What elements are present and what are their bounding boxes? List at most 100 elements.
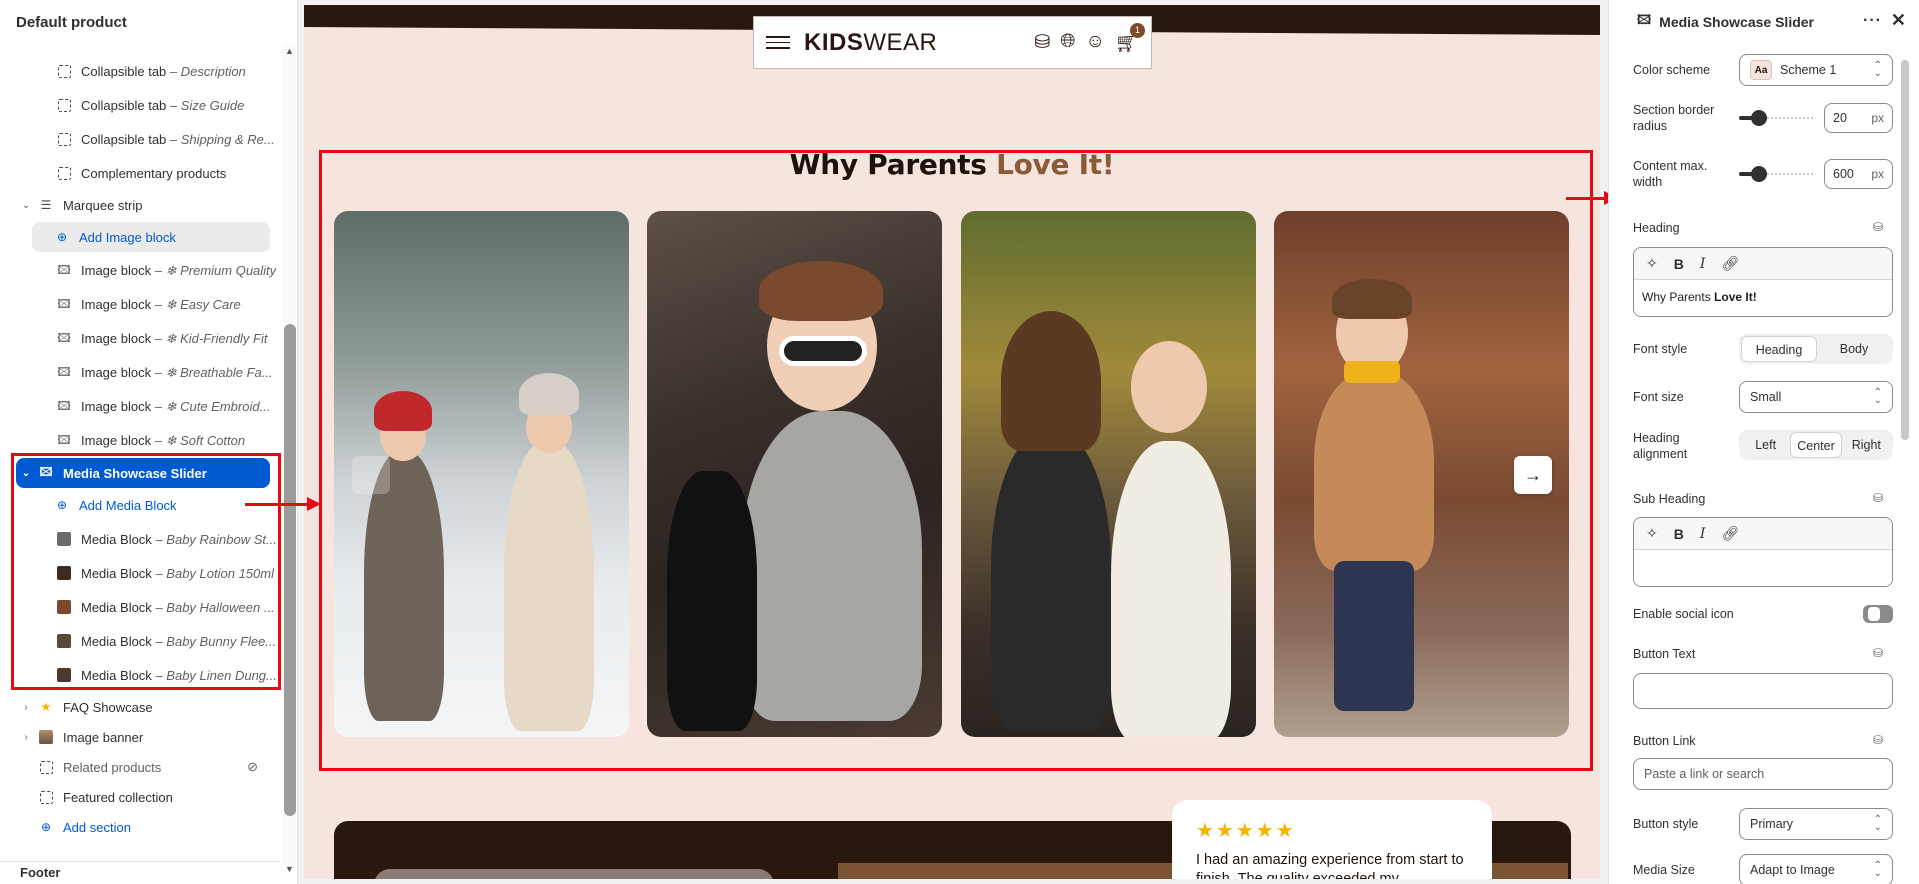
- testimonial-card: ★★★★★ I had an amazing experience from s…: [1172, 800, 1492, 879]
- bold-icon[interactable]: B: [1674, 256, 1684, 272]
- magic-wand-icon[interactable]: ✧: [1646, 525, 1658, 542]
- block-media-baby-lotion[interactable]: Media Block – Baby Lotion 150ml: [0, 558, 280, 588]
- block-media-baby-linen[interactable]: Media Block – Baby Linen Dung...: [0, 660, 280, 690]
- content-width-input[interactable]: 600 px: [1824, 159, 1893, 189]
- block-type-label: Image block: [81, 263, 152, 278]
- font-style-body-option[interactable]: Body: [1817, 336, 1891, 362]
- binoculars-icon[interactable]: ⛁: [1034, 31, 1050, 55]
- child-figure: [742, 411, 922, 721]
- section-faq-showcase[interactable]: › ★ FAQ Showcase: [0, 692, 280, 722]
- scroll-down-icon[interactable]: ▼: [285, 864, 294, 874]
- content-width-slider[interactable]: [1739, 166, 1815, 182]
- add-media-block-button[interactable]: ⊕ Add Media Block: [0, 490, 280, 520]
- heading-editor[interactable]: ✧ B I 🔗︎ Why Parents Love It!: [1633, 247, 1893, 317]
- media-thumbnail-swatch: [57, 668, 71, 682]
- hamburger-menu-icon[interactable]: [766, 36, 790, 49]
- slide-3-two-girls[interactable]: [961, 211, 1256, 737]
- section-related-products[interactable]: Related products ⊘: [0, 752, 280, 782]
- complementary-products-icon: [56, 165, 72, 181]
- border-radius-slider[interactable]: [1739, 110, 1815, 126]
- girl-figure-right: [1111, 441, 1231, 737]
- block-media-baby-bunny[interactable]: Media Block – Baby Bunny Flee...: [0, 626, 280, 656]
- border-radius-input[interactable]: 20 px: [1824, 103, 1893, 133]
- theme-editor: Default product ▲ ▼ Collapsible tab – De…: [0, 0, 1919, 884]
- block-collapsible-tab-description[interactable]: Collapsible tab – Description: [0, 56, 280, 86]
- block-type-label: Media Block: [81, 633, 152, 649]
- account-icon[interactable]: ☺: [1085, 31, 1104, 55]
- image-icon: 🖾: [57, 432, 71, 447]
- dynamic-source-icon[interactable]: ⛁: [1873, 491, 1883, 505]
- link-icon[interactable]: 🔗︎: [1721, 255, 1739, 272]
- chevron-down-icon[interactable]: ⌄: [20, 468, 32, 479]
- sub-heading-editor[interactable]: ✧ B I 🔗︎: [1633, 517, 1893, 587]
- section-featured-collection[interactable]: Featured collection: [0, 782, 280, 812]
- block-media-baby-halloween[interactable]: Media Block – Baby Halloween ...: [0, 592, 280, 622]
- block-image-breathable[interactable]: 🖾 Image block – ❄ Breathable Fa...: [0, 358, 280, 388]
- content-width-label: Content max. width: [1633, 159, 1708, 189]
- heading-text-area[interactable]: Why Parents Love It!: [1634, 280, 1892, 316]
- italic-icon[interactable]: I: [1700, 256, 1706, 272]
- add-section-label: Add section: [63, 819, 131, 835]
- block-image-kid-friendly-fit[interactable]: 🖾 Image block – ❄ Kid-Friendly Fit: [0, 324, 280, 354]
- scroll-up-icon[interactable]: ▲: [285, 46, 294, 56]
- cart-count-badge: 1: [1130, 22, 1145, 38]
- add-section-button[interactable]: ⊕ Add section: [0, 812, 280, 842]
- more-options-icon[interactable]: ···: [1863, 12, 1882, 30]
- close-icon[interactable]: ✕: [1891, 10, 1906, 31]
- unit-label: px: [1871, 167, 1884, 181]
- select-chevron-icon: ⌃ ⌄: [1873, 814, 1882, 833]
- slider-next-button[interactable]: →: [1514, 456, 1552, 494]
- dynamic-source-icon[interactable]: ⛁: [1873, 220, 1883, 234]
- button-link-input[interactable]: Paste a link or search: [1633, 758, 1893, 790]
- slide-2-boy-sunglasses[interactable]: [647, 211, 942, 737]
- social-icon-toggle[interactable]: [1863, 605, 1893, 623]
- bold-icon[interactable]: B: [1674, 526, 1684, 542]
- slider-handle[interactable]: [1751, 110, 1767, 126]
- button-text-input[interactable]: [1633, 673, 1893, 709]
- separator-dash: –: [155, 531, 163, 547]
- toddler-hair: [1332, 279, 1412, 319]
- media-size-select[interactable]: Adapt to Image ⌃ ⌄: [1739, 854, 1893, 884]
- globe-icon[interactable]: 🌐︎: [1060, 31, 1075, 55]
- section-media-showcase-slider[interactable]: ⌄ 🖾 Media Showcase Slider: [16, 458, 270, 488]
- block-complementary-products[interactable]: Complementary products: [0, 158, 280, 188]
- chevron-right-icon[interactable]: ›: [20, 702, 32, 713]
- align-center-option[interactable]: Center: [1790, 432, 1842, 458]
- block-type-label: Collapsible tab: [81, 63, 167, 79]
- add-image-block-button[interactable]: ⊕ Add Image block: [32, 222, 270, 252]
- block-image-soft-cotton[interactable]: 🖾 Image block – ❄ Soft Cotton: [0, 426, 280, 456]
- button-style-select[interactable]: Primary ⌃ ⌄: [1739, 808, 1893, 840]
- hidden-eye-icon[interactable]: ⊘: [247, 759, 258, 775]
- dynamic-source-icon[interactable]: ⛁: [1873, 733, 1883, 747]
- block-image-cute-embroid[interactable]: 🖾 Image block – ❄ Cute Embroid...: [0, 392, 280, 422]
- magic-wand-icon[interactable]: ✧: [1646, 255, 1658, 272]
- slider-prev-button[interactable]: [352, 456, 390, 494]
- block-image-easy-care[interactable]: 🖾 Image block – ❄ Easy Care: [0, 290, 280, 320]
- store-logo[interactable]: KIDSWEAR: [804, 29, 937, 57]
- block-collapsible-tab-size-guide[interactable]: Collapsible tab – Size Guide: [0, 90, 280, 120]
- block-collapsible-tab-shipping[interactable]: Collapsible tab – Shipping & Re...: [0, 124, 280, 154]
- section-marquee-strip[interactable]: ⌄ ☰ Marquee strip: [0, 190, 280, 220]
- section-image-banner[interactable]: › Image banner: [0, 722, 280, 752]
- font-style-heading-option[interactable]: Heading: [1741, 336, 1817, 362]
- block-image-premium-quality[interactable]: 🖾 Image block – ❄ Premium Quality: [0, 256, 280, 286]
- align-left-option[interactable]: Left: [1741, 432, 1790, 458]
- align-right-option[interactable]: Right: [1842, 432, 1891, 458]
- media-slider-icon: 🖾: [1637, 12, 1652, 27]
- dynamic-source-icon[interactable]: ⛁: [1873, 646, 1883, 660]
- block-media-baby-rainbow[interactable]: Media Block – Baby Rainbow St...: [0, 524, 280, 554]
- footer-group-header[interactable]: Footer: [0, 861, 280, 883]
- font-size-select[interactable]: Small ⌃ ⌄: [1739, 381, 1893, 413]
- block-type-label: Image block: [81, 399, 152, 414]
- chevron-right-icon[interactable]: ›: [20, 732, 32, 743]
- sidebar-scrollbar[interactable]: [284, 324, 296, 816]
- chevron-down-icon[interactable]: ⌄: [20, 200, 32, 211]
- italic-icon[interactable]: I: [1700, 526, 1706, 542]
- slider-handle[interactable]: [1751, 166, 1767, 182]
- block-name-label: Baby Bunny Flee...: [166, 633, 277, 649]
- panel-scrollbar[interactable]: [1901, 60, 1909, 440]
- collapsible-tab-icon: [56, 63, 72, 79]
- color-scheme-select[interactable]: Aa Scheme 1 ⌃ ⌄: [1739, 54, 1893, 86]
- sub-heading-text-area[interactable]: [1634, 550, 1892, 586]
- link-icon[interactable]: 🔗︎: [1721, 525, 1739, 542]
